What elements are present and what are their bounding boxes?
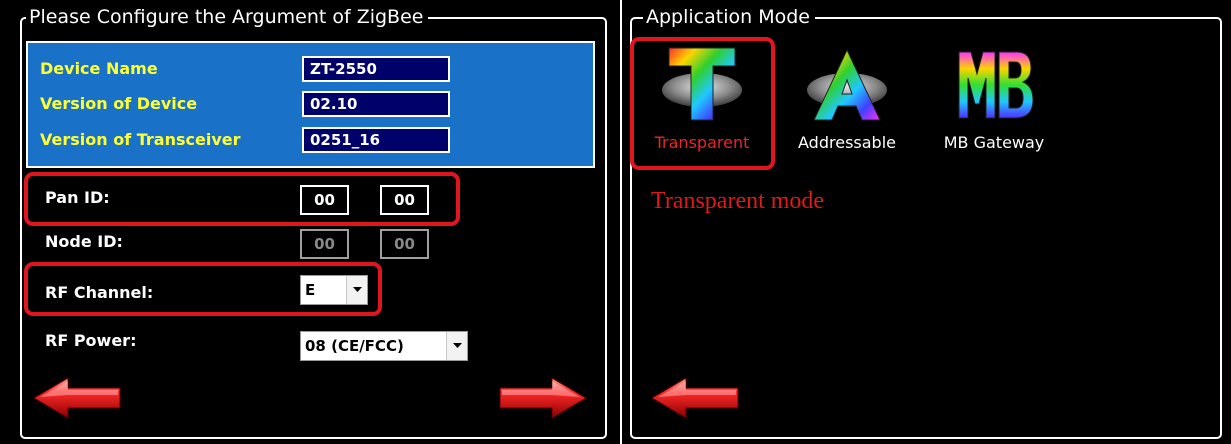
node-id-label: Node ID: — [45, 232, 123, 251]
device-name-value: ZT-2550 — [302, 56, 450, 82]
config-panel-title: Please Configure the Argument of ZigBee — [26, 6, 429, 28]
rf-power-select[interactable]: 08 (CE/FCC) — [300, 331, 468, 361]
addressable-mode-button[interactable]: Addressable — [782, 40, 912, 168]
device-name-label: Device Name — [40, 59, 158, 78]
chevron-down-icon[interactable] — [446, 332, 467, 360]
rf-channel-value: E — [305, 281, 316, 299]
transparent-mode-caption: Transparent mode — [651, 188, 825, 214]
rf-channel-select[interactable]: E — [300, 275, 368, 305]
addressable-mode-label: Addressable — [798, 133, 896, 152]
next-arrow-icon[interactable] — [498, 375, 588, 421]
version-device-value: 02.10 — [302, 91, 450, 117]
addressable-mode-icon — [807, 48, 887, 121]
back-arrow-icon[interactable] — [650, 375, 740, 421]
transparent-mode-icon — [662, 47, 742, 121]
version-transceiver-value: 0251_16 — [302, 127, 450, 153]
back-arrow-icon[interactable] — [32, 375, 122, 421]
application-mode-title: Application Mode — [643, 6, 815, 28]
rf-power-value: 08 (CE/FCC) — [305, 337, 404, 355]
rf-power-label: RF Power: — [45, 331, 137, 350]
transparent-mode-button[interactable]: Transparent — [637, 40, 767, 168]
pan-id-high-input[interactable]: 00 — [300, 185, 349, 215]
node-id-high-input: 00 — [300, 229, 349, 259]
version-transceiver-label: Version of Transceiver — [40, 130, 241, 149]
mb-gateway-mode-button[interactable]: MB Gateway — [929, 40, 1059, 168]
rf-channel-label: RF Channel: — [45, 283, 154, 302]
node-id-low-input: 00 — [380, 229, 429, 259]
pan-id-low-input[interactable]: 00 — [380, 185, 429, 215]
transparent-mode-label: Transparent — [654, 133, 750, 152]
mb-gateway-mode-label: MB Gateway — [943, 133, 1045, 152]
application-mode-panel: Application Mode Transparent Addressable… — [622, 0, 1231, 444]
mb-gateway-mode-icon — [958, 51, 1034, 119]
device-info-box: Device Name ZT-2550 Version of Device 02… — [26, 41, 595, 168]
chevron-down-icon[interactable] — [346, 276, 367, 304]
zigbee-config-panel: Please Configure the Argument of ZigBee … — [0, 0, 620, 444]
version-device-label: Version of Device — [40, 94, 198, 113]
pan-id-label: Pan ID: — [45, 188, 110, 207]
